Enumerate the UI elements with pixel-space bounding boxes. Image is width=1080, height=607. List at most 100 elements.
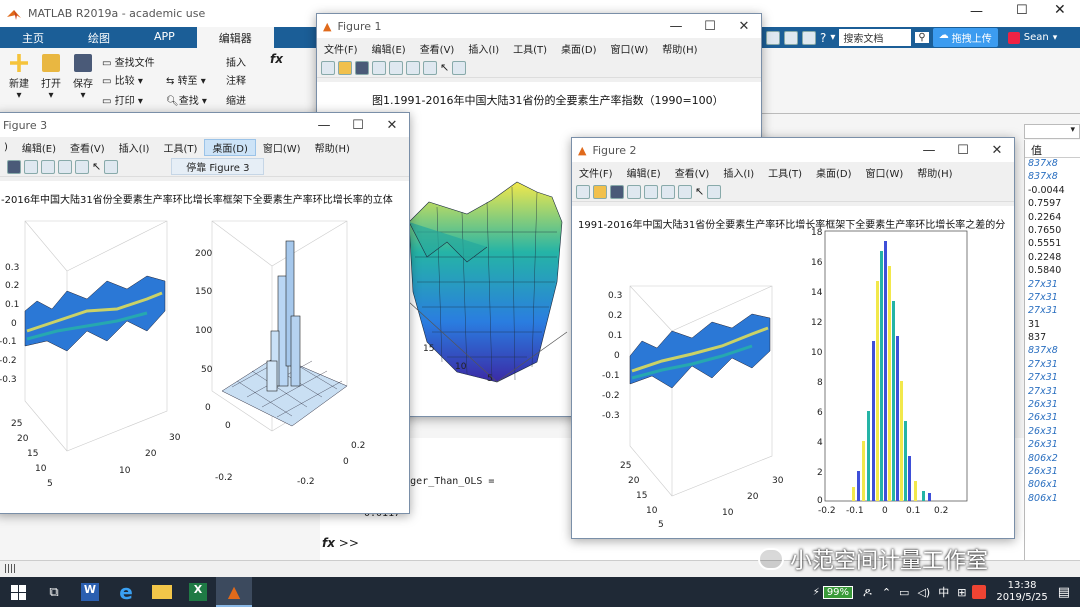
maximize-button[interactable]: ☐ (1016, 3, 1028, 18)
workspace-value[interactable]: 27x31 (1025, 386, 1080, 399)
close-button[interactable]: ✕ (980, 143, 1014, 158)
pointer-icon[interactable]: ↖ (92, 160, 101, 173)
colorbar-icon[interactable] (58, 159, 72, 174)
legend-icon[interactable] (75, 159, 89, 174)
menu-tools[interactable]: 工具(T) (761, 165, 809, 180)
print-icon[interactable] (24, 159, 38, 174)
workspace-value[interactable]: 27x31 (1025, 292, 1080, 305)
workspace-value[interactable]: 0.5840 (1025, 265, 1080, 278)
menu-edit[interactable]: 编辑(E) (620, 165, 668, 180)
menu-file[interactable]: 文件(F) (317, 41, 365, 56)
menu-edit[interactable]: 编辑(E) (15, 140, 63, 155)
menu-window[interactable]: 窗口(W) (859, 165, 911, 180)
menu-view[interactable]: 查看(V) (413, 41, 462, 56)
menu-view[interactable]: 查看(V) (668, 165, 717, 180)
minimize-button[interactable]: — (307, 118, 341, 133)
close-button[interactable]: ✕ (727, 19, 761, 34)
close-button[interactable]: ✕ (1054, 2, 1066, 18)
pointer-icon[interactable]: ↖ (695, 185, 704, 198)
save-icon[interactable] (610, 184, 624, 199)
menu-edit[interactable]: 编辑(E) (365, 41, 413, 56)
open-button[interactable]: 打开 ▾ (38, 54, 64, 101)
ime-indicator[interactable]: 中 (938, 584, 949, 600)
plot-tools-icon[interactable] (707, 184, 722, 199)
help-dropdown-icon[interactable]: ▾ (830, 32, 835, 43)
link-icon[interactable] (41, 159, 55, 174)
new-button[interactable]: 新建 ▾ (6, 54, 32, 101)
workspace-value[interactable]: 837 (1025, 332, 1080, 345)
workspace-value[interactable]: -0.0044 (1025, 185, 1080, 198)
excel-app[interactable]: X (180, 577, 216, 607)
workspace-value[interactable]: 0.7597 (1025, 198, 1080, 211)
find-button[interactable]: 🔍︎查找 ▾ (166, 92, 207, 107)
quick-icon[interactable] (766, 30, 780, 45)
input-method-icon[interactable]: ⊞ (957, 586, 966, 599)
user-avatar[interactable] (1007, 31, 1020, 44)
tab-apps[interactable]: APP (132, 27, 197, 48)
sogou-icon[interactable] (972, 585, 987, 599)
colorbar-icon[interactable] (406, 60, 420, 75)
search-icon[interactable]: ⚲ (915, 32, 929, 43)
people-icon[interactable]: ዶ (863, 585, 872, 600)
explorer-app[interactable] (144, 577, 180, 607)
plot-tools-icon[interactable] (104, 159, 119, 174)
search-input[interactable]: 搜索文档 (839, 29, 912, 46)
user-name[interactable]: Sean (1024, 32, 1049, 43)
workspace-value[interactable]: 0.5551 (1025, 238, 1080, 251)
save-button[interactable]: 保存 ▾ (70, 54, 96, 101)
workspace-value[interactable]: 837x8 (1025, 345, 1080, 358)
comment-button[interactable]: 注释 (226, 72, 246, 87)
workspace-value[interactable]: 26x31 (1025, 399, 1080, 412)
workspace-value[interactable]: 26x31 (1025, 426, 1080, 439)
menu-file[interactable]: ) (0, 142, 15, 153)
plot-tools-icon[interactable] (452, 60, 467, 75)
start-button[interactable] (0, 577, 36, 607)
legend-icon[interactable] (678, 184, 692, 199)
tray-expand-icon[interactable]: ⌃ (882, 586, 891, 599)
menu-file[interactable]: 文件(F) (572, 165, 620, 180)
clock[interactable]: 13:38 2019/5/25 (996, 580, 1047, 604)
network-icon[interactable]: ▭ (899, 586, 909, 599)
open-icon[interactable] (338, 60, 352, 75)
volume-icon[interactable]: ◁) (917, 586, 930, 599)
new-figure-icon[interactable] (576, 184, 590, 199)
word-app[interactable]: W (72, 577, 108, 607)
workspace-value[interactable]: 837x8 (1025, 171, 1080, 184)
battery-indicator[interactable]: ⚡ 99% (813, 585, 854, 599)
workspace-value[interactable]: 0.2264 (1025, 212, 1080, 225)
close-button[interactable]: ✕ (375, 118, 409, 133)
workspace-value[interactable]: 837x8 (1025, 158, 1080, 171)
minimize-button[interactable]: — (912, 143, 946, 158)
menu-desktop[interactable]: 桌面(D) (554, 41, 604, 56)
fx-icon[interactable]: fx (270, 52, 283, 66)
find-files-button[interactable]: ▭ 查找文件 (102, 54, 155, 69)
workspace-value[interactable]: 27x31 (1025, 305, 1080, 318)
help-icon[interactable]: ? (820, 31, 826, 45)
menu-insert[interactable]: 插入(I) (112, 140, 157, 155)
quick-icon[interactable] (802, 30, 816, 45)
workspace-value[interactable]: 806x2 (1025, 453, 1080, 466)
tab-home[interactable]: 主页 (0, 27, 66, 48)
save-icon[interactable] (355, 60, 369, 75)
new-figure-icon[interactable] (321, 60, 335, 75)
menu-window[interactable]: 窗口(W) (604, 41, 656, 56)
workspace-value[interactable]: 0.2248 (1025, 252, 1080, 265)
save-icon[interactable] (7, 159, 21, 174)
legend-icon[interactable] (423, 60, 437, 75)
notification-icon[interactable]: ▤ (1058, 585, 1070, 600)
task-view-button[interactable]: ⧉ (36, 577, 72, 607)
menu-help[interactable]: 帮助(H) (910, 165, 959, 180)
menu-tools[interactable]: 工具(T) (506, 41, 554, 56)
maximize-button[interactable]: ☐ (341, 118, 375, 133)
workspace-value[interactable]: 27x31 (1025, 359, 1080, 372)
print-icon[interactable] (372, 60, 386, 75)
workspace-value[interactable]: 27x31 (1025, 372, 1080, 385)
workspace-value[interactable]: 26x31 (1025, 439, 1080, 452)
tab-editor[interactable]: 编辑器 (196, 27, 274, 48)
tab-plots[interactable]: 绘图 (66, 27, 132, 48)
menu-window[interactable]: 窗口(W) (256, 140, 308, 155)
maximize-button[interactable]: ☐ (693, 19, 727, 34)
upload-button[interactable]: ☁ 拖拽上传 (932, 28, 998, 47)
insert-button[interactable]: 插入 (226, 54, 246, 69)
workspace-value[interactable]: 806x1 (1025, 493, 1080, 506)
